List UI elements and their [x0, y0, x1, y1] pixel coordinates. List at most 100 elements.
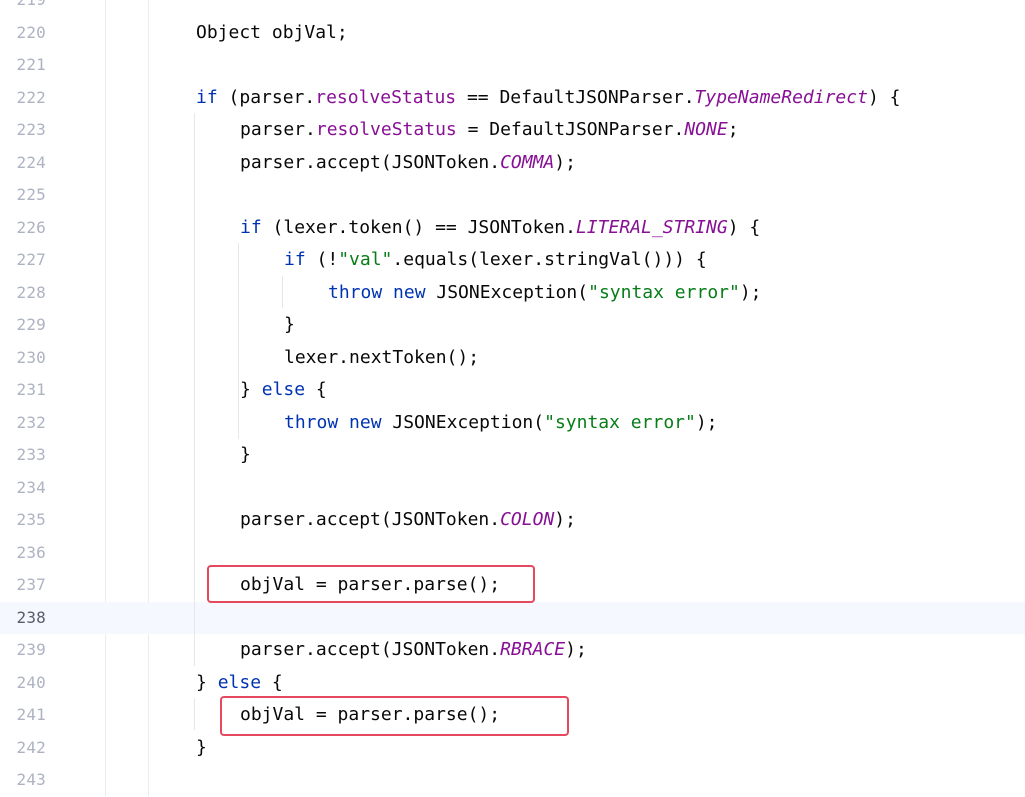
code-line[interactable]: 223 parser.resolveStatus = DefaultJSONPar… — [0, 114, 1025, 147]
line-number[interactable]: 236 — [0, 537, 46, 570]
code-text: parser.resolveStatus = DefaultJSONParser… — [240, 114, 739, 147]
line-number[interactable]: 239 — [0, 634, 46, 667]
code-token: } — [196, 736, 207, 758]
code-text: parser.accept(JSONToken.COMMA); — [240, 147, 576, 180]
line-number[interactable]: 241 — [0, 699, 46, 732]
code-line[interactable]: 227 if (!"val".equals(lexer.stringVal()))… — [0, 244, 1025, 277]
line-number[interactable]: 221 — [0, 49, 46, 82]
code-token: ); — [565, 639, 587, 660]
code-token: new — [393, 281, 426, 303]
code-line[interactable]: 233} — [0, 439, 1025, 472]
code-token: ); — [554, 509, 576, 530]
code-token: } — [196, 671, 218, 693]
line-number[interactable]: 222 — [0, 82, 46, 115]
line-number[interactable]: 243 — [0, 764, 46, 797]
line-number[interactable]: 223 — [0, 114, 46, 147]
line-number[interactable]: 226 — [0, 212, 46, 245]
code-token: "syntax error" — [544, 411, 696, 433]
code-text: throw new JSONException("syntax error"); — [328, 277, 762, 310]
code-text: } — [284, 309, 295, 342]
code-token: Object objVal; — [196, 21, 348, 43]
line-number[interactable]: 225 — [0, 179, 46, 212]
code-line[interactable]: 219 — [0, 0, 1025, 17]
line-number[interactable]: 230 — [0, 342, 46, 375]
code-text: } else { — [240, 374, 327, 407]
code-line[interactable]: 228 throw new JSONException("syntax error… — [0, 277, 1025, 310]
code-token: resolveStatus — [315, 119, 457, 140]
code-line[interactable]: 235 parser.accept(JSONToken.COLON); — [0, 504, 1025, 537]
code-token: (! — [305, 249, 339, 270]
code-line[interactable]: 230 lexer.nextToken(); — [0, 342, 1025, 375]
code-line[interactable]: 221 — [0, 49, 1025, 82]
line-number[interactable]: 232 — [0, 407, 46, 440]
code-line[interactable]: 224 parser.accept(JSONToken.COMMA); — [0, 147, 1025, 180]
code-token: resolveStatus — [315, 86, 457, 108]
line-number[interactable]: 231 — [0, 374, 46, 407]
line-number[interactable]: 242 — [0, 732, 46, 765]
code-text: throw new JSONException("syntax error"); — [284, 407, 718, 440]
code-token: parser.accept(JSONToken. — [240, 509, 501, 530]
code-text: } — [196, 732, 207, 765]
code-text: Object objVal; — [196, 17, 348, 50]
line-number[interactable]: 240 — [0, 667, 46, 700]
code-token: else — [217, 671, 262, 693]
code-text: if (parser.resolveStatus == DefaultJSONP… — [196, 82, 900, 115]
code-token: new — [349, 411, 382, 433]
code-token: JSONException( — [425, 281, 589, 303]
code-token: == DefaultJSONParser. — [456, 86, 695, 108]
indent-guide — [194, 113, 195, 666]
code-token: ); — [554, 151, 576, 173]
code-token: ) { — [727, 216, 761, 238]
code-editor[interactable]: 219220Object objVal;221222if (parser.res… — [0, 0, 1025, 796]
code-line[interactable]: 232 throw new JSONException("syntax error… — [0, 407, 1025, 440]
code-line[interactable]: 225 — [0, 179, 1025, 212]
code-token: = DefaultJSONParser. — [456, 119, 685, 140]
line-number[interactable]: 234 — [0, 472, 46, 505]
code-token: ); — [695, 411, 718, 433]
code-line[interactable]: 220 Object objVal; — [0, 17, 1025, 50]
code-token: lexer.nextToken(); — [284, 346, 480, 368]
code-token: ; — [727, 119, 739, 140]
line-number[interactable]: 237 — [0, 569, 46, 602]
line-number[interactable]: 224 — [0, 147, 46, 180]
code-token: if — [284, 249, 306, 270]
code-token: NONE — [684, 119, 728, 140]
line-number[interactable]: 227 — [0, 244, 46, 277]
code-line[interactable]: 239 parser.accept(JSONToken.RBRACE); — [0, 634, 1025, 667]
code-token: parser.accept(JSONToken. — [240, 151, 501, 173]
line-number[interactable]: 235 — [0, 504, 46, 537]
code-line[interactable]: 234 — [0, 472, 1025, 505]
code-line[interactable]: 229} — [0, 309, 1025, 342]
code-line[interactable]: 222 if (parser.resolveStatus == DefaultJS… — [0, 82, 1025, 115]
line-number[interactable]: 228 — [0, 277, 46, 310]
code-line[interactable]: 242} — [0, 732, 1025, 765]
code-token: ); — [739, 281, 762, 303]
line-number[interactable]: 233 — [0, 439, 46, 472]
line-number[interactable]: 238 — [0, 602, 46, 635]
code-text: } — [240, 439, 251, 472]
code-token: ) { — [867, 86, 901, 108]
code-line[interactable]: 243 — [0, 764, 1025, 797]
line-number[interactable]: 229 — [0, 309, 46, 342]
code-token: "syntax error" — [588, 281, 740, 303]
code-text: parser.accept(JSONToken.COLON); — [240, 504, 576, 537]
line-number[interactable]: 219 — [0, 0, 46, 17]
code-line[interactable]: 226 if (lexer.token() == JSONToken.LITERA… — [0, 212, 1025, 245]
code-text: lexer.nextToken(); — [284, 342, 479, 375]
code-line[interactable]: 231 } else { — [0, 374, 1025, 407]
annotation-box-line-241 — [220, 696, 569, 736]
code-token: JSONException( — [381, 411, 545, 433]
code-token: if — [240, 216, 262, 238]
code-token: .equals(lexer.stringVal())) { — [392, 249, 707, 270]
code-token: TypeNameRedirect — [694, 86, 868, 108]
code-token: (lexer.token() == JSONToken. — [261, 216, 576, 238]
code-line[interactable]: 240} else { — [0, 667, 1025, 700]
code-token: (parser. — [217, 86, 316, 108]
code-line[interactable]: 238 — [0, 601, 1025, 635]
line-number[interactable]: 220 — [0, 17, 46, 50]
code-token: } — [284, 314, 295, 335]
code-token: RBRACE — [500, 639, 566, 660]
code-token: COLON — [500, 509, 555, 530]
code-text: if (!"val".equals(lexer.stringVal())) { — [284, 244, 707, 277]
code-token: } — [240, 379, 262, 400]
